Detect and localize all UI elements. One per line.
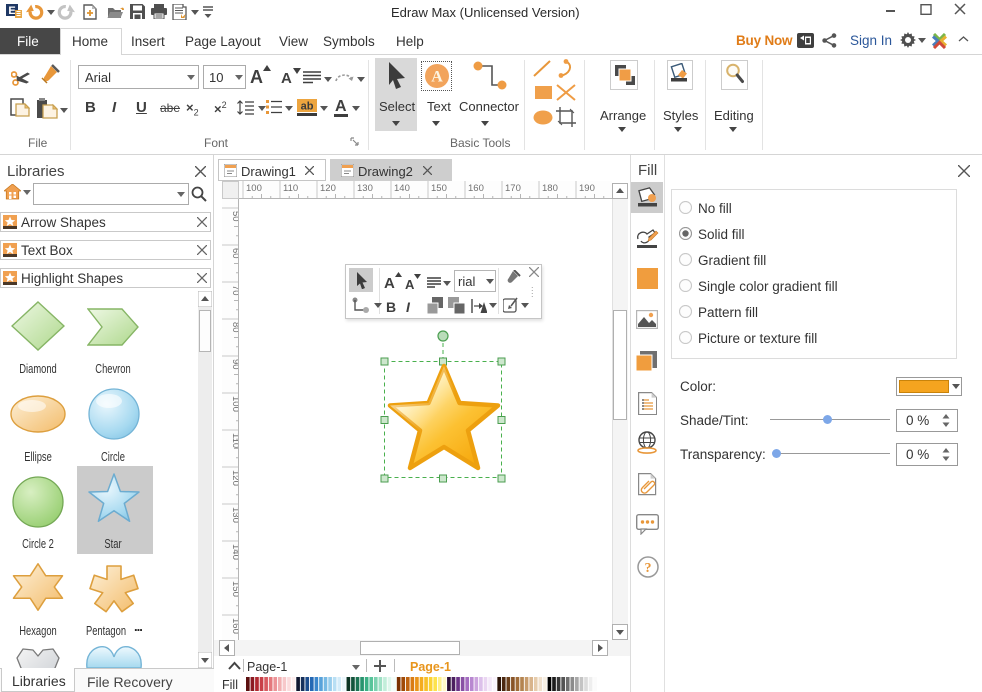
svg-text:140: 140 [394,183,410,194]
svg-text:110: 110 [230,433,239,448]
svg-text:140: 140 [230,544,239,560]
svg-text:120: 120 [320,183,336,194]
svg-text:?: ? [645,561,652,576]
svg-text:A: A [431,69,443,86]
svg-text:100: 100 [246,183,262,194]
svg-text:120: 120 [230,470,239,486]
svg-text:150: 150 [431,183,447,194]
svg-text:E: E [8,5,15,17]
svg-text:170: 170 [505,183,521,194]
svg-text:100: 100 [230,396,239,412]
svg-text:60: 60 [230,248,239,259]
svg-text:70: 70 [230,285,239,296]
svg-text:160: 160 [230,618,239,634]
svg-text:50: 50 [230,211,239,222]
svg-text:130: 130 [230,507,239,523]
svg-text:ab: ab [301,101,314,113]
svg-text:90: 90 [230,359,239,370]
svg-text:80: 80 [230,322,239,333]
svg-text:160: 160 [468,183,484,194]
svg-text:110: 110 [283,183,298,194]
svg-text:150: 150 [230,581,239,597]
svg-text:190: 190 [579,183,595,194]
svg-text:180: 180 [542,183,558,194]
svg-text:130: 130 [357,183,373,194]
